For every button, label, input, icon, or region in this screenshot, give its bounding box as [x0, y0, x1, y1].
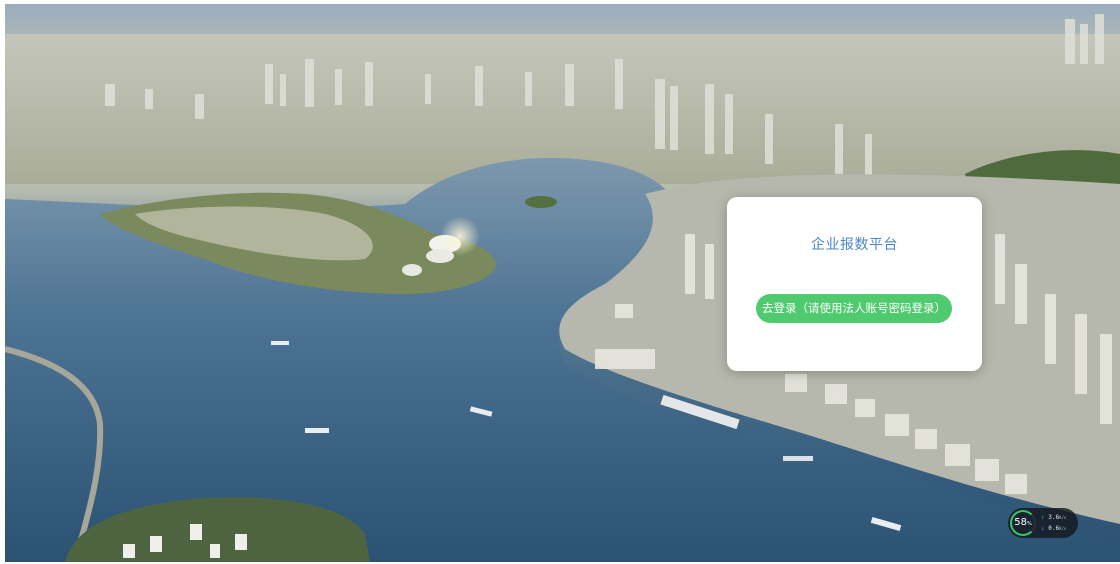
upload-speed: 3.6: [1048, 514, 1060, 521]
network-speed-widget[interactable]: 58% ↑ 3.6K/s ↓ 0.6K/s: [1008, 508, 1078, 538]
upload-unit: K/s: [1059, 515, 1067, 520]
download-arrow-icon: ↓: [1041, 525, 1045, 532]
download-speed: 0.6: [1048, 525, 1060, 532]
screen: 企业报数平台 去登录（请使用法人账号密码登录） 58% ↑ 3.6K/s ↓ 0…: [0, 0, 1120, 564]
usage-percent: 58: [1014, 517, 1027, 528]
upload-arrow-icon: ↑: [1041, 514, 1045, 521]
download-unit: K/s: [1059, 526, 1067, 531]
download-speed-row: ↓ 0.6K/s: [1041, 523, 1077, 534]
usage-percent-unit: %: [1026, 521, 1032, 527]
login-card: 企业报数平台 去登录（请使用法人账号密码登录）: [727, 197, 982, 371]
memory-usage-ring: 58%: [1010, 510, 1036, 536]
login-button[interactable]: 去登录（请使用法人账号密码登录）: [756, 294, 952, 323]
upload-speed-row: ↑ 3.6K/s: [1041, 512, 1077, 523]
speed-readout: ↑ 3.6K/s ↓ 0.6K/s: [1041, 512, 1077, 534]
platform-title: 企业报数平台: [811, 237, 898, 253]
